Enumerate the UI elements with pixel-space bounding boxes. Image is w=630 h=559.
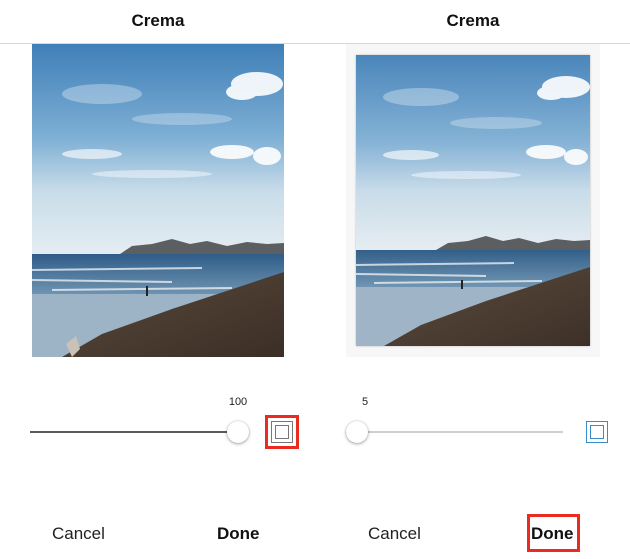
preview-photo	[356, 55, 590, 346]
slider-track	[346, 431, 563, 433]
slider-thumb[interactable]	[345, 421, 368, 443]
done-button[interactable]: Done	[217, 524, 260, 544]
slider-thumb[interactable]	[227, 421, 249, 443]
right-panel: Crema 5 Cancel Done	[316, 0, 630, 559]
intensity-value: 100	[228, 396, 248, 408]
border-toggle-highlight	[265, 415, 299, 449]
left-panel: Crema 100 Cancel Done	[0, 0, 316, 559]
intensity-slider[interactable]	[30, 420, 249, 444]
cancel-button[interactable]: Cancel	[52, 524, 105, 544]
filter-title: Crema	[446, 11, 500, 30]
photo-border-frame	[346, 44, 600, 357]
intensity-slider[interactable]	[345, 420, 563, 444]
intensity-value: 5	[361, 396, 369, 408]
filter-title: Crema	[131, 11, 185, 30]
slider-track-fill	[30, 431, 238, 433]
preview-photo	[32, 44, 284, 357]
frame-border-icon[interactable]	[586, 421, 608, 443]
done-button[interactable]: Done	[531, 524, 574, 544]
cancel-button[interactable]: Cancel	[368, 524, 421, 544]
